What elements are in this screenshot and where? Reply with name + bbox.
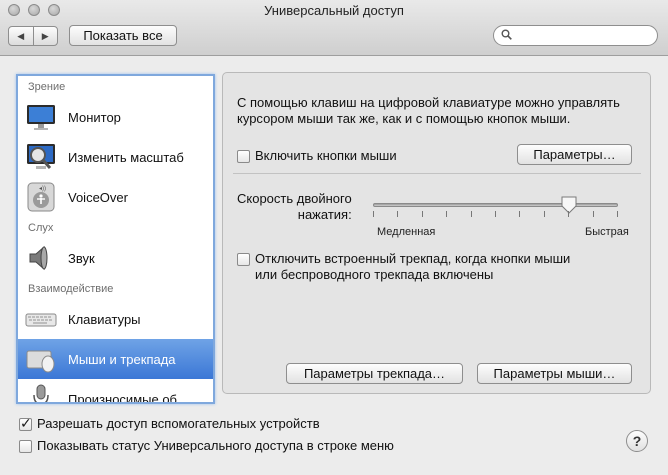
forward-arrow-icon[interactable]: ▶ <box>34 27 58 45</box>
keyboard-icon <box>25 313 57 327</box>
checkbox-box[interactable] <box>237 253 250 266</box>
mouse-settings-panel: С помощью клавиш на цифровой клавиатуре … <box>222 72 651 394</box>
allow-assistive-devices-label: Разрешать доступ вспомогательных устройс… <box>37 416 320 431</box>
slider-tick <box>544 211 545 217</box>
sidebar-item-monitor[interactable]: Монитор <box>18 97 213 137</box>
slider-track[interactable] <box>373 203 618 207</box>
slider-tick <box>593 211 594 217</box>
slider-tick <box>397 211 398 217</box>
monitor-icon <box>27 105 55 130</box>
allow-assistive-devices-checkbox[interactable]: Разрешать доступ вспомогательных устройс… <box>19 415 320 432</box>
checkbox-box[interactable] <box>237 150 250 163</box>
slider-thumb[interactable] <box>561 196 577 214</box>
sidebar-item-voiceover[interactable]: ◂)) VoiceOver <box>18 177 213 217</box>
category-list[interactable]: Зрение Монитор Изменить масштаб ◂)) Voic… <box>16 74 215 404</box>
back-forward-control: ◀ ▶ <box>8 26 58 46</box>
speaker-icon <box>29 245 48 271</box>
section-divider <box>233 173 641 174</box>
preferences-window: Универсальный доступ ◀ ▶ Показать все Зр… <box>0 0 668 475</box>
voiceover-icon: ◂)) <box>27 182 55 212</box>
checkbox-box[interactable] <box>19 415 32 431</box>
back-arrow-icon[interactable]: ◀ <box>9 27 34 45</box>
svg-text:◂)): ◂)) <box>39 186 46 192</box>
mouse-keys-options-button[interactable]: Параметры… <box>517 144 632 165</box>
ignore-trackpad-label-line2: или беспроводного трекпада включены <box>255 267 494 282</box>
ignore-trackpad-label-line1: Отключить встроенный трекпад, когда кноп… <box>255 251 571 266</box>
sidebar-item-sound[interactable]: Звук <box>18 238 213 278</box>
sidebar-item-mouse-trackpad[interactable]: Мыши и трекпада <box>18 339 213 379</box>
show-status-in-menubar-checkbox[interactable]: Показывать статус Универсального доступа… <box>19 438 394 454</box>
mouse-keys-description: С помощью клавиш на цифровой клавиатуре … <box>237 95 620 126</box>
slider-tick <box>471 211 472 217</box>
sidebar-item-label: Клавиатуры <box>68 311 141 327</box>
group-label-vision: Зрение <box>28 81 66 93</box>
show-all-button[interactable]: Показать все <box>69 25 177 46</box>
sidebar-item-label: Монитор <box>68 109 121 125</box>
sidebar-item-label: Звук <box>68 250 95 266</box>
sidebar-item-label: Изменить масштаб <box>68 149 184 165</box>
sidebar-item-keyboard[interactable]: Клавиатуры <box>18 299 213 339</box>
ignore-trackpad-checkbox[interactable]: Отключить встроенный трекпад, когда кноп… <box>237 251 570 283</box>
help-button[interactable]: ? <box>626 430 648 452</box>
sidebar-item-label: Произносимые об <box>68 391 177 404</box>
mouse-icon <box>26 350 55 373</box>
mouse-options-button[interactable]: Параметры мыши… <box>477 363 632 384</box>
group-label-interaction: Взаимодействие <box>28 283 114 295</box>
sidebar-item-zoom[interactable]: Изменить масштаб <box>18 137 213 177</box>
sidebar-item-label: Мыши и трекпада <box>68 351 176 367</box>
slider-max-label: Быстрая <box>585 226 629 238</box>
enable-mouse-keys-label: Включить кнопки мыши <box>255 148 397 163</box>
group-label-hearing: Слух <box>28 222 54 234</box>
enable-mouse-keys-checkbox[interactable]: Включить кнопки мыши <box>237 148 397 164</box>
window-title: Универсальный доступ <box>264 3 404 18</box>
slider-tick <box>446 211 447 217</box>
sidebar-item-label: VoiceOver <box>68 189 128 205</box>
slider-min-label: Медленная <box>377 226 436 238</box>
toolbar: Универсальный доступ ◀ ▶ Показать все <box>0 0 668 56</box>
slider-tick <box>373 211 374 217</box>
slider-tick <box>495 211 496 217</box>
slider-tick <box>568 211 569 217</box>
slider-tick <box>519 211 520 217</box>
slider-tick <box>617 211 618 217</box>
sidebar-item-speakable[interactable]: Произносимые об <box>18 379 213 404</box>
trackpad-options-button[interactable]: Параметры трекпада… <box>286 363 463 384</box>
microphone-icon <box>33 384 49 402</box>
zoom-icon <box>27 144 55 169</box>
slider-tick <box>422 211 423 217</box>
search-input[interactable] <box>493 25 658 46</box>
show-status-label: Показывать статус Универсального доступа… <box>37 438 394 453</box>
checkbox-box[interactable] <box>19 440 32 453</box>
search-icon <box>501 29 512 40</box>
double-click-speed-label: Скорость двойного нажатия: <box>237 191 352 222</box>
